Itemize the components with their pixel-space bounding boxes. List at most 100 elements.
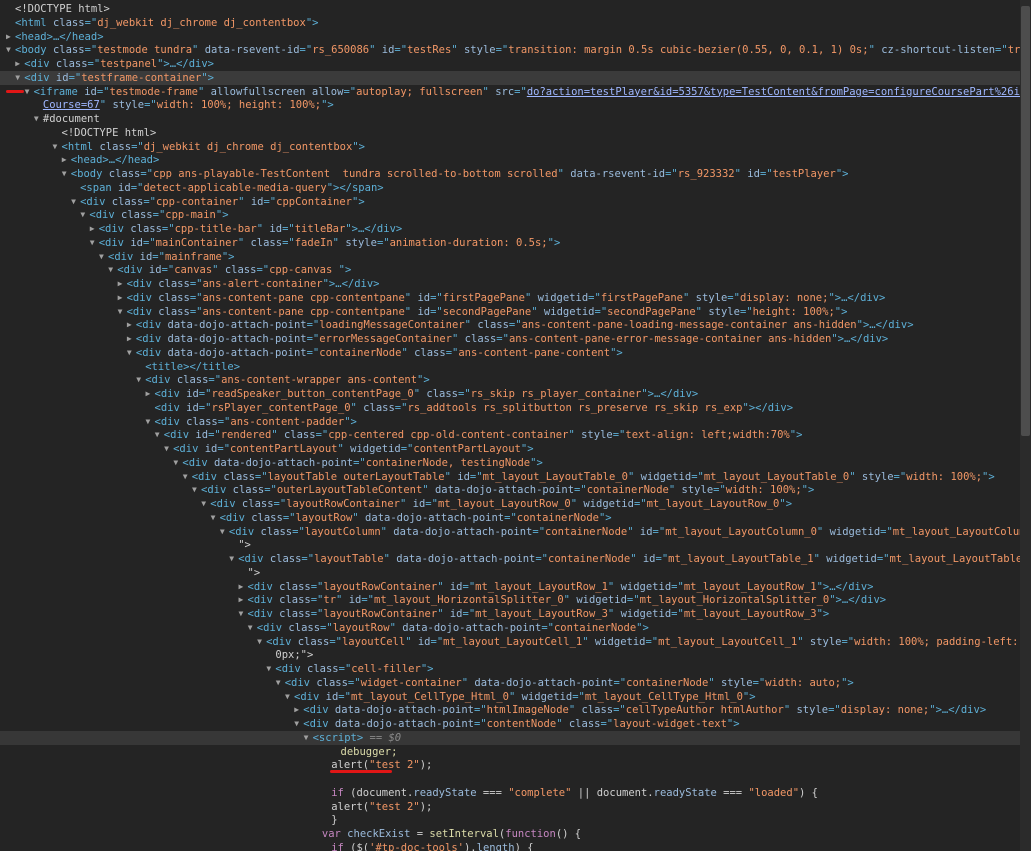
collapse-triangle-icon[interactable]: ▶ xyxy=(118,291,127,305)
dom-tree-row[interactable]: <div id="rsPlayer_contentPage_0" class="… xyxy=(0,401,1020,415)
dom-tree-row[interactable]: ▶ <head>…</head> xyxy=(0,30,1020,44)
collapse-triangle-icon[interactable]: ▶ xyxy=(127,332,136,346)
dom-tree-row[interactable]: ▶ <div id="readSpeaker_button_contentPage… xyxy=(0,387,1020,401)
expand-triangle-icon[interactable]: ▼ xyxy=(127,346,136,360)
dom-tree-row[interactable]: ▶ <div class="testpanel">…</div> xyxy=(0,57,1020,71)
dom-tree-row[interactable]: ▼ <div id="canvas" class="cpp-canvas "> xyxy=(0,263,1020,277)
dom-tree-row[interactable]: "> xyxy=(0,566,1020,580)
dom-tree-row[interactable]: ▼ <div class="layoutTable outerLayoutTabl… xyxy=(0,470,1020,484)
dom-tree-row[interactable]: ▼ <div class="layoutRow" data-dojo-attach… xyxy=(0,511,1020,525)
vertical-scrollbar[interactable] xyxy=(1020,0,1031,851)
dom-tree-row[interactable] xyxy=(0,772,1020,786)
dom-tree-row[interactable]: <title></title> xyxy=(0,360,1020,374)
expand-triangle-icon[interactable]: ▼ xyxy=(62,167,71,181)
expand-triangle-icon[interactable]: ▼ xyxy=(220,525,229,539)
dom-tree-row[interactable]: ▼ <div class="layoutRow" data-dojo-attach… xyxy=(0,621,1020,635)
expand-triangle-icon[interactable]: ▼ xyxy=(118,305,127,319)
expand-triangle-icon[interactable]: ▼ xyxy=(257,635,266,649)
expand-triangle-icon[interactable]: ▼ xyxy=(146,415,155,429)
dom-tree-row[interactable]: ▼ <div class="layoutRowContainer" id="mt_… xyxy=(0,607,1020,621)
dom-tree-row[interactable]: ▼ <div class="cpp-container" id="cppConta… xyxy=(0,195,1020,209)
dom-tree-row[interactable]: ▼ <div class="layoutColumn" data-dojo-att… xyxy=(0,525,1020,539)
dom-tree-row[interactable]: ▶ <div class="ans-content-pane cpp-conten… xyxy=(0,291,1020,305)
dom-tree-row[interactable]: ▼ <script> == $0 xyxy=(0,730,1020,745)
expand-triangle-icon[interactable]: ▼ xyxy=(248,621,257,635)
iframe-src-link[interactable]: do?action=testPlayer&id=5357&type=TestCo… xyxy=(527,86,1020,98)
dom-tree-row[interactable]: ▼ <div class="ans-content-padder"> xyxy=(0,415,1020,429)
dom-tree-row[interactable]: 0px;"> xyxy=(0,648,1020,662)
expand-triangle-icon[interactable]: ▼ xyxy=(229,552,238,566)
dom-tree-row[interactable]: ▼ <body class="testmode tundra" data-rsev… xyxy=(0,43,1020,57)
dom-tree-row[interactable]: ▶ <div data-dojo-attach-point="htmlImageN… xyxy=(0,703,1020,717)
dom-tree-row[interactable]: ▼ <div class="cell-filler"> xyxy=(0,662,1020,676)
expand-triangle-icon[interactable]: ▼ xyxy=(6,43,15,57)
expand-triangle-icon[interactable]: ▼ xyxy=(15,71,24,85)
dom-tree-row[interactable]: debugger; xyxy=(0,745,1020,759)
dom-tree-row[interactable]: ▼ <div class="cpp-main"> xyxy=(0,208,1020,222)
dom-tree-row[interactable]: ▶ <div class="ans-alert-container">…</div… xyxy=(0,277,1020,291)
expand-triangle-icon[interactable]: ▼ xyxy=(25,85,34,99)
scrollbar-thumb[interactable] xyxy=(1021,6,1030,436)
expand-triangle-icon[interactable]: ▼ xyxy=(183,470,192,484)
dom-tree-row[interactable]: ▼ <div id="contentPartLayout" widgetid="c… xyxy=(0,442,1020,456)
collapse-triangle-icon[interactable]: ▶ xyxy=(239,593,248,607)
collapse-triangle-icon[interactable]: ▶ xyxy=(146,387,155,401)
expand-triangle-icon[interactable]: ▼ xyxy=(285,690,294,704)
dom-tree-row[interactable]: ▼ <div class="layoutTable" data-dojo-atta… xyxy=(0,552,1020,566)
expand-triangle-icon[interactable]: ▼ xyxy=(304,731,313,745)
dom-tree-row[interactable]: ▼ <div data-dojo-attach-point="containerN… xyxy=(0,346,1020,360)
dom-tree-row[interactable]: ▼ <iframe id="testmode-frame" allowfullsc… xyxy=(0,85,1020,99)
iframe-src-link[interactable]: Course=67 xyxy=(43,99,100,111)
dom-tree-row[interactable]: ▼ #document xyxy=(0,112,1020,126)
dom-tree-row[interactable]: ▼ <div id="mt_layout_CellType_Html_0" wid… xyxy=(0,690,1020,704)
dom-tree-row[interactable]: ▼ <div id="rendered" class="cpp-centered … xyxy=(0,428,1020,442)
dom-tree-row[interactable]: ▼ <body class="cpp ans-playable-TestConte… xyxy=(0,167,1020,181)
dom-tree-row[interactable]: alert("test 2"); xyxy=(0,758,1020,772)
dom-tree-row[interactable]: alert("test 2"); xyxy=(0,800,1020,814)
dom-tree-row[interactable]: ▼ <div id="testframe-container"> xyxy=(0,70,1020,85)
collapse-triangle-icon[interactable]: ▶ xyxy=(15,57,24,71)
dom-tree-row[interactable]: Course=67" style="width: 100%; height: 1… xyxy=(0,98,1020,112)
dom-tree-row[interactable]: <!DOCTYPE html> xyxy=(0,126,1020,140)
expand-triangle-icon[interactable]: ▼ xyxy=(71,195,80,209)
expand-triangle-icon[interactable]: ▼ xyxy=(136,373,145,387)
collapse-triangle-icon[interactable]: ▶ xyxy=(239,580,248,594)
dom-tree-row[interactable]: if (document.readyState === "complete" |… xyxy=(0,786,1020,800)
expand-triangle-icon[interactable]: ▼ xyxy=(34,112,43,126)
collapse-triangle-icon[interactable]: ▶ xyxy=(62,153,71,167)
expand-triangle-icon[interactable]: ▼ xyxy=(155,428,164,442)
dom-tree-row[interactable]: ▼ <div class="outerLayoutTableContent" da… xyxy=(0,483,1020,497)
dom-tree-row[interactable]: ▼ <html class="dj_webkit dj_chrome dj_con… xyxy=(0,140,1020,154)
expand-triangle-icon[interactable]: ▼ xyxy=(164,442,173,456)
dom-tree-row[interactable]: ▶ <div class="tr" id="mt_layout_Horizonta… xyxy=(0,593,1020,607)
dom-tree-row[interactable]: ▶ <div class="layoutRowContainer" id="mt_… xyxy=(0,580,1020,594)
expand-triangle-icon[interactable]: ▼ xyxy=(211,511,220,525)
dom-tree-row[interactable]: ▶ <div data-dojo-attach-point="errorMessa… xyxy=(0,332,1020,346)
collapse-triangle-icon[interactable]: ▶ xyxy=(6,30,15,44)
expand-triangle-icon[interactable]: ▼ xyxy=(99,250,108,264)
dom-tree-row[interactable]: ▼ <div id="mainframe"> xyxy=(0,250,1020,264)
expand-triangle-icon[interactable]: ▼ xyxy=(192,483,201,497)
expand-triangle-icon[interactable]: ▼ xyxy=(53,140,62,154)
dom-tree-row[interactable]: <span id="detect-applicable-media-query"… xyxy=(0,181,1020,195)
dom-tree-row[interactable]: ▼ <div class="ans-content-wrapper ans-con… xyxy=(0,373,1020,387)
collapse-triangle-icon[interactable]: ▶ xyxy=(118,277,127,291)
dom-tree-row[interactable]: ▼ <div data-dojo-attach-point="contentNod… xyxy=(0,717,1020,731)
dom-tree-row[interactable]: } xyxy=(0,813,1020,827)
expand-triangle-icon[interactable]: ▼ xyxy=(276,676,285,690)
dom-tree-row[interactable]: var checkExist = setInterval(function() … xyxy=(0,827,1020,841)
devtools-elements-tree[interactable]: <!DOCTYPE html> <html class="dj_webkit dj… xyxy=(0,0,1020,851)
expand-triangle-icon[interactable]: ▼ xyxy=(201,497,210,511)
dom-tree-row[interactable]: "> xyxy=(0,538,1020,552)
expand-triangle-icon[interactable]: ▼ xyxy=(90,236,99,250)
dom-tree-row[interactable]: <html class="dj_webkit dj_chrome dj_cont… xyxy=(0,16,1020,30)
dom-tree-row[interactable]: ▶ <head>…</head> xyxy=(0,153,1020,167)
collapse-triangle-icon[interactable]: ▶ xyxy=(127,318,136,332)
dom-tree-row[interactable]: ▶ <div data-dojo-attach-point="loadingMes… xyxy=(0,318,1020,332)
collapse-triangle-icon[interactable]: ▶ xyxy=(294,703,303,717)
dom-tree-row[interactable]: ▶ <div class="cpp-title-bar" id="titleBar… xyxy=(0,222,1020,236)
dom-tree-row[interactable]: <!DOCTYPE html> xyxy=(0,2,1020,16)
dom-tree-row[interactable]: ▼ <div class="layoutCell" id="mt_layout_L… xyxy=(0,635,1020,649)
dom-tree-row[interactable]: ▼ <div class="layoutRowContainer" id="mt_… xyxy=(0,497,1020,511)
dom-tree-row[interactable]: ▼ <div data-dojo-attach-point="containerN… xyxy=(0,456,1020,470)
